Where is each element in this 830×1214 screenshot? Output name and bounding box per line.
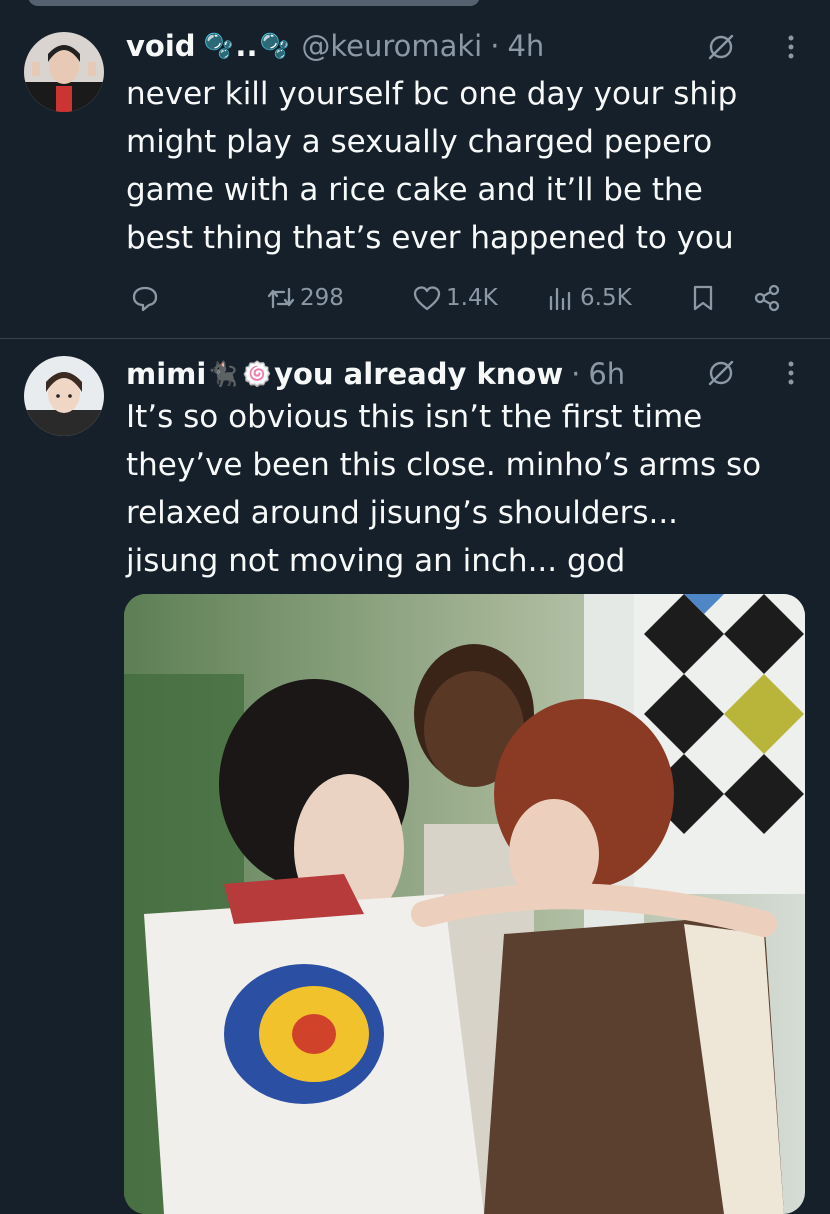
avatar[interactable] [24,356,104,436]
name-dots: .. [235,29,258,63]
display-name[interactable]: mimi [126,354,206,394]
tweet-header: void 🫧 .. 🫧 @keuromaki · 4h [126,26,790,66]
display-name-suffix[interactable]: you already know [274,354,563,394]
timestamp[interactable]: 6h [588,354,625,394]
reply-button[interactable] [130,278,160,318]
grok-icon[interactable] [706,358,736,388]
timestamp[interactable]: 4h [507,26,544,66]
handle[interactable]: @keuromaki [301,26,482,66]
views-button[interactable]: 6.5K [546,278,632,318]
bubble-emoji: 🫧 [259,32,290,60]
heart-icon [413,286,441,311]
reply-icon [132,286,158,312]
tweet-text-line: best thing that’s ever happened to you [126,220,734,256]
display-name[interactable]: void [126,26,196,66]
retweet-icon [267,287,295,309]
tweet-text: never kill yourself bc one day your ship… [126,70,816,262]
view-count: 6.5K [580,285,632,311]
grok-icon[interactable] [706,32,736,62]
tweet-text-line: jisung not moving an inch... god [126,543,626,579]
tweet-text-line: relaxed around jisung’s shoulders... [126,495,679,531]
tweet-media-image[interactable] [124,594,805,1214]
share-button[interactable] [752,278,782,318]
tweet-header: mimi 🐈‍⬛ 🍥 you already know · 6h [126,354,790,394]
more-icon[interactable] [786,358,796,388]
retweet-count: 298 [300,285,344,311]
bookmark-button[interactable] [688,278,718,318]
tweet-text-line: might play a sexually charged pepero [126,124,713,160]
more-icon[interactable] [786,32,796,62]
avatar[interactable] [24,32,104,112]
action-bar: 298 1.4K 6.5K [126,278,796,318]
separator: · [571,357,581,391]
like-button[interactable]: 1.4K [412,278,498,318]
black-cat-emoji: 🐈‍⬛ [208,360,239,388]
bookmark-icon [693,285,713,311]
tweet-text: It’s so obvious this isn’t the first tim… [126,393,816,585]
views-icon [549,287,571,311]
tweet-text-line: never kill yourself bc one day your ship [126,76,738,112]
tweet-text-line: they’ve been this close. minho’s arms so [126,447,762,483]
like-count: 1.4K [446,285,498,311]
tweet-1[interactable]: void 🫧 .. 🫧 @keuromaki · 4h never kill y… [0,0,830,338]
tweet-text-line: game with a rice cake and it’ll be the [126,172,703,208]
bubble-emoji: 🫧 [203,32,234,60]
share-icon [754,284,780,312]
separator: · [490,29,500,63]
tweet-text-line: It’s so obvious this isn’t the first tim… [126,399,703,435]
fish-cake-emoji: 🍥 [242,360,273,388]
retweet-button[interactable]: 298 [266,278,344,318]
